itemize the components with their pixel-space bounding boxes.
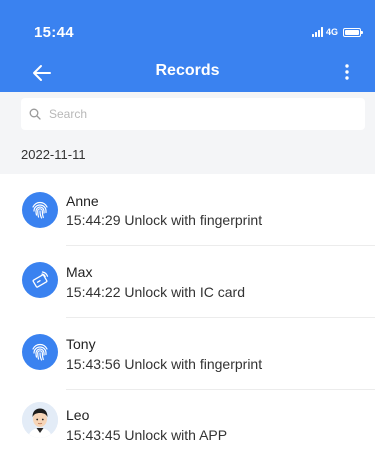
network-type: 4G — [325, 27, 338, 37]
battery-icon — [343, 27, 363, 37]
back-arrow-icon — [33, 65, 51, 81]
search-icon — [29, 108, 41, 120]
more-vertical-icon — [345, 64, 349, 80]
records-list: Anne 15:44:29 Unlock with fingerprint Ma… — [0, 174, 375, 461]
fingerprint-icon — [22, 192, 58, 228]
record-row[interactable]: Max 15:44:22 Unlock with IC card — [0, 246, 375, 318]
record-name: Anne — [66, 193, 99, 209]
search-input[interactable] — [49, 107, 349, 121]
app-header: 15:44 4G Records — [0, 0, 375, 92]
records-date: 2022-11-11 — [21, 147, 86, 162]
status-time: 15:44 — [34, 24, 74, 41]
record-row[interactable]: Anne 15:44:29 Unlock with fingerprint — [0, 174, 375, 246]
record-row[interactable]: Tony 15:43:56 Unlock with fingerprint — [0, 318, 375, 390]
record-name: Leo — [66, 407, 90, 423]
search-box[interactable] — [21, 98, 365, 130]
record-detail: 15:43:45 Unlock with APP — [66, 427, 228, 443]
record-name: Tony — [66, 336, 96, 352]
page-title: Records — [155, 62, 220, 79]
status-indicators: 4G — [311, 26, 363, 38]
date-section-header: 2022-11-11 — [0, 136, 375, 174]
record-detail: 15:43:56 Unlock with fingerprint — [66, 356, 263, 372]
user-avatar — [22, 402, 58, 438]
fingerprint-icon — [22, 334, 58, 370]
record-detail: 15:44:22 Unlock with IC card — [66, 284, 245, 300]
record-detail: 15:44:29 Unlock with fingerprint — [66, 212, 263, 228]
more-options-button[interactable] — [339, 60, 355, 86]
signal-icon — [311, 27, 323, 37]
record-name: Max — [66, 264, 93, 280]
back-button[interactable] — [28, 59, 56, 87]
ic-card-icon — [22, 262, 58, 298]
record-row[interactable]: Leo 15:43:45 Unlock with APP — [0, 390, 375, 461]
search-area — [0, 92, 375, 136]
